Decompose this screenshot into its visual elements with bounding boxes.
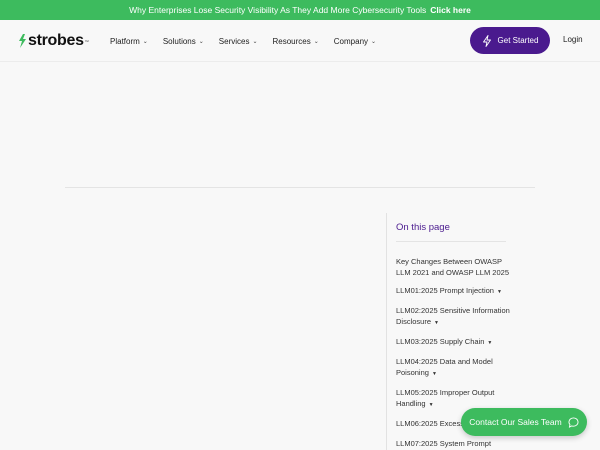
get-started-label: Get Started — [497, 36, 539, 45]
caret-down-icon: ▼ — [434, 320, 439, 326]
toc-item-key-changes[interactable]: Key Changes Between OWASP LLM 2021 and O… — [396, 256, 511, 278]
toc-item-label: LLM02:2025 Sensitive Information Disclos… — [396, 306, 510, 326]
toc-item-label: Key Changes Between OWASP LLM 2021 and O… — [396, 257, 509, 277]
toc-left-border — [386, 213, 387, 450]
logo-trademark: ™ — [84, 38, 89, 44]
toc-separator — [396, 241, 506, 242]
toc-item-llm04[interactable]: LLM04:2025 Data and Model Poisoning ▼ — [396, 356, 511, 380]
menu-resources[interactable]: Resources ⌄ — [273, 37, 319, 46]
login-link[interactable]: Login — [563, 35, 583, 44]
lightning-icon — [482, 34, 491, 47]
toc-item-llm07[interactable]: LLM07:2025 System Prompt Leakage▼ — [396, 438, 511, 450]
menu-company[interactable]: Company ⌄ — [334, 37, 376, 46]
toc-item-label: LLM05:2025 Improper Output Handling — [396, 388, 495, 408]
contact-sales-button[interactable]: Contact Our Sales Team — [461, 408, 587, 436]
contact-sales-label: Contact Our Sales Team — [469, 417, 562, 427]
announcement-banner: Why Enterprises Lose Security Visibility… — [0, 0, 600, 20]
chevron-down-icon: ⌄ — [198, 38, 204, 45]
caret-down-icon: ▼ — [487, 340, 493, 346]
toc-item-label: LLM03:2025 Supply Chain — [396, 337, 485, 346]
toc-item-label: LLM01:2025 Prompt Injection — [396, 286, 494, 295]
caret-down-icon: ▼ — [496, 289, 502, 295]
caret-down-icon: ▼ — [431, 371, 437, 377]
toc-item-llm01[interactable]: LLM01:2025 Prompt Injection ▼ — [396, 285, 511, 298]
main-menu: Platform ⌄ Solutions ⌄ Services ⌄ Resour… — [110, 20, 391, 62]
banner-link[interactable]: Click here — [430, 5, 471, 15]
content-divider — [65, 187, 535, 188]
toc-item-llm03[interactable]: LLM03:2025 Supply Chain ▼ — [396, 336, 511, 349]
menu-solutions[interactable]: Solutions ⌄ — [163, 37, 204, 46]
toc-title: On this page — [396, 222, 450, 233]
caret-down-icon: ▼ — [428, 402, 434, 408]
menu-platform-label: Platform — [110, 36, 140, 46]
toc-item-llm02[interactable]: LLM02:2025 Sensitive Information Disclos… — [396, 305, 511, 329]
menu-resources-label: Resources — [272, 36, 311, 46]
chevron-down-icon: ⌄ — [142, 38, 148, 45]
logo-mark-icon — [19, 34, 26, 48]
chat-bubble-icon — [568, 416, 579, 428]
strobes-logo[interactable]: strobes ™ — [17, 32, 89, 50]
menu-platform[interactable]: Platform ⌄ — [110, 37, 148, 46]
toc-item-label: LLM07:2025 System Prompt Leakage — [396, 439, 492, 448]
menu-company-label: Company — [333, 36, 369, 46]
toc-item-label: LLM04:2025 Data and Model Poisoning — [396, 357, 493, 377]
chevron-down-icon: ⌄ — [252, 38, 258, 45]
chevron-down-icon: ⌄ — [313, 38, 319, 45]
banner-text: Why Enterprises Lose Security Visibility… — [129, 5, 427, 15]
chevron-down-icon: ⌄ — [371, 38, 377, 45]
top-navigation: strobes ™ Platform ⌄ Solutions ⌄ Service… — [0, 20, 600, 62]
get-started-button[interactable]: Get Started — [470, 27, 550, 54]
menu-services[interactable]: Services ⌄ — [219, 37, 258, 46]
logo-wordmark: strobes — [28, 32, 84, 49]
menu-services-label: Services — [218, 36, 250, 46]
menu-solutions-label: Solutions — [162, 36, 196, 46]
